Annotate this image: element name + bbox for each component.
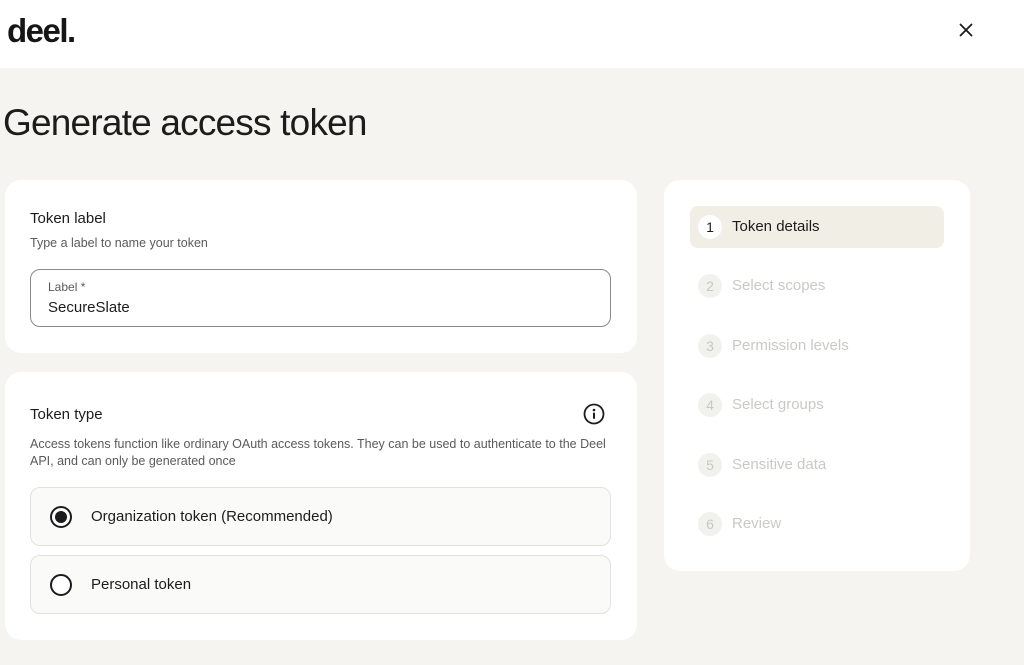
step-permission-levels: 3 Permission levels <box>690 325 944 367</box>
close-button[interactable] <box>954 18 978 42</box>
token-label-card: Token label Type a label to name your to… <box>5 180 637 353</box>
organization-token-radio[interactable] <box>50 506 72 528</box>
token-type-description: Access tokens function like ordinary OAu… <box>30 437 606 468</box>
step-label: Select groups <box>732 396 824 413</box>
organization-token-label: Organization token (Recommended) <box>91 508 333 525</box>
steps-card: 1 Token details 2 Select scopes 3 Permis… <box>664 180 970 571</box>
step-select-scopes: 2 Select scopes <box>690 265 944 307</box>
step-label: Review <box>732 515 782 532</box>
personal-token-radio[interactable] <box>50 574 72 596</box>
step-sensitive-data: 5 Sensitive data <box>690 444 944 486</box>
organization-token-option[interactable]: Organization token (Recommended) <box>30 487 611 546</box>
step-select-groups: 4 Select groups <box>690 384 944 426</box>
personal-token-option[interactable]: Personal token <box>30 555 611 614</box>
close-icon <box>959 23 973 37</box>
info-icon <box>583 403 605 425</box>
step-number: 6 <box>698 512 722 536</box>
page-title: Generate access token <box>3 102 368 143</box>
step-label: Select scopes <box>732 277 826 294</box>
step-token-details[interactable]: 1 Token details <box>690 206 944 248</box>
top-bar: deel. <box>0 0 1024 68</box>
deel-logo[interactable]: deel. <box>7 12 76 50</box>
info-button[interactable] <box>583 403 605 425</box>
label-input[interactable] <box>48 299 588 316</box>
step-review: 6 Review <box>690 503 944 545</box>
step-label: Sensitive data <box>732 456 827 473</box>
step-label: Permission levels <box>732 337 849 354</box>
token-type-card: Token type Access tokens function like o… <box>5 372 637 640</box>
token-type-title: Token type <box>30 406 103 423</box>
label-field-label: Label * <box>48 280 86 294</box>
step-number: 1 <box>698 215 722 239</box>
token-label-subtitle: Type a label to name your token <box>30 236 208 250</box>
label-field[interactable]: Label * <box>30 269 611 327</box>
token-label-title: Token label <box>30 210 106 227</box>
step-number: 2 <box>698 274 722 298</box>
personal-token-label: Personal token <box>91 576 192 593</box>
step-number: 5 <box>698 453 722 477</box>
step-label: Token details <box>732 218 820 235</box>
step-number: 3 <box>698 334 722 358</box>
step-number: 4 <box>698 393 722 417</box>
